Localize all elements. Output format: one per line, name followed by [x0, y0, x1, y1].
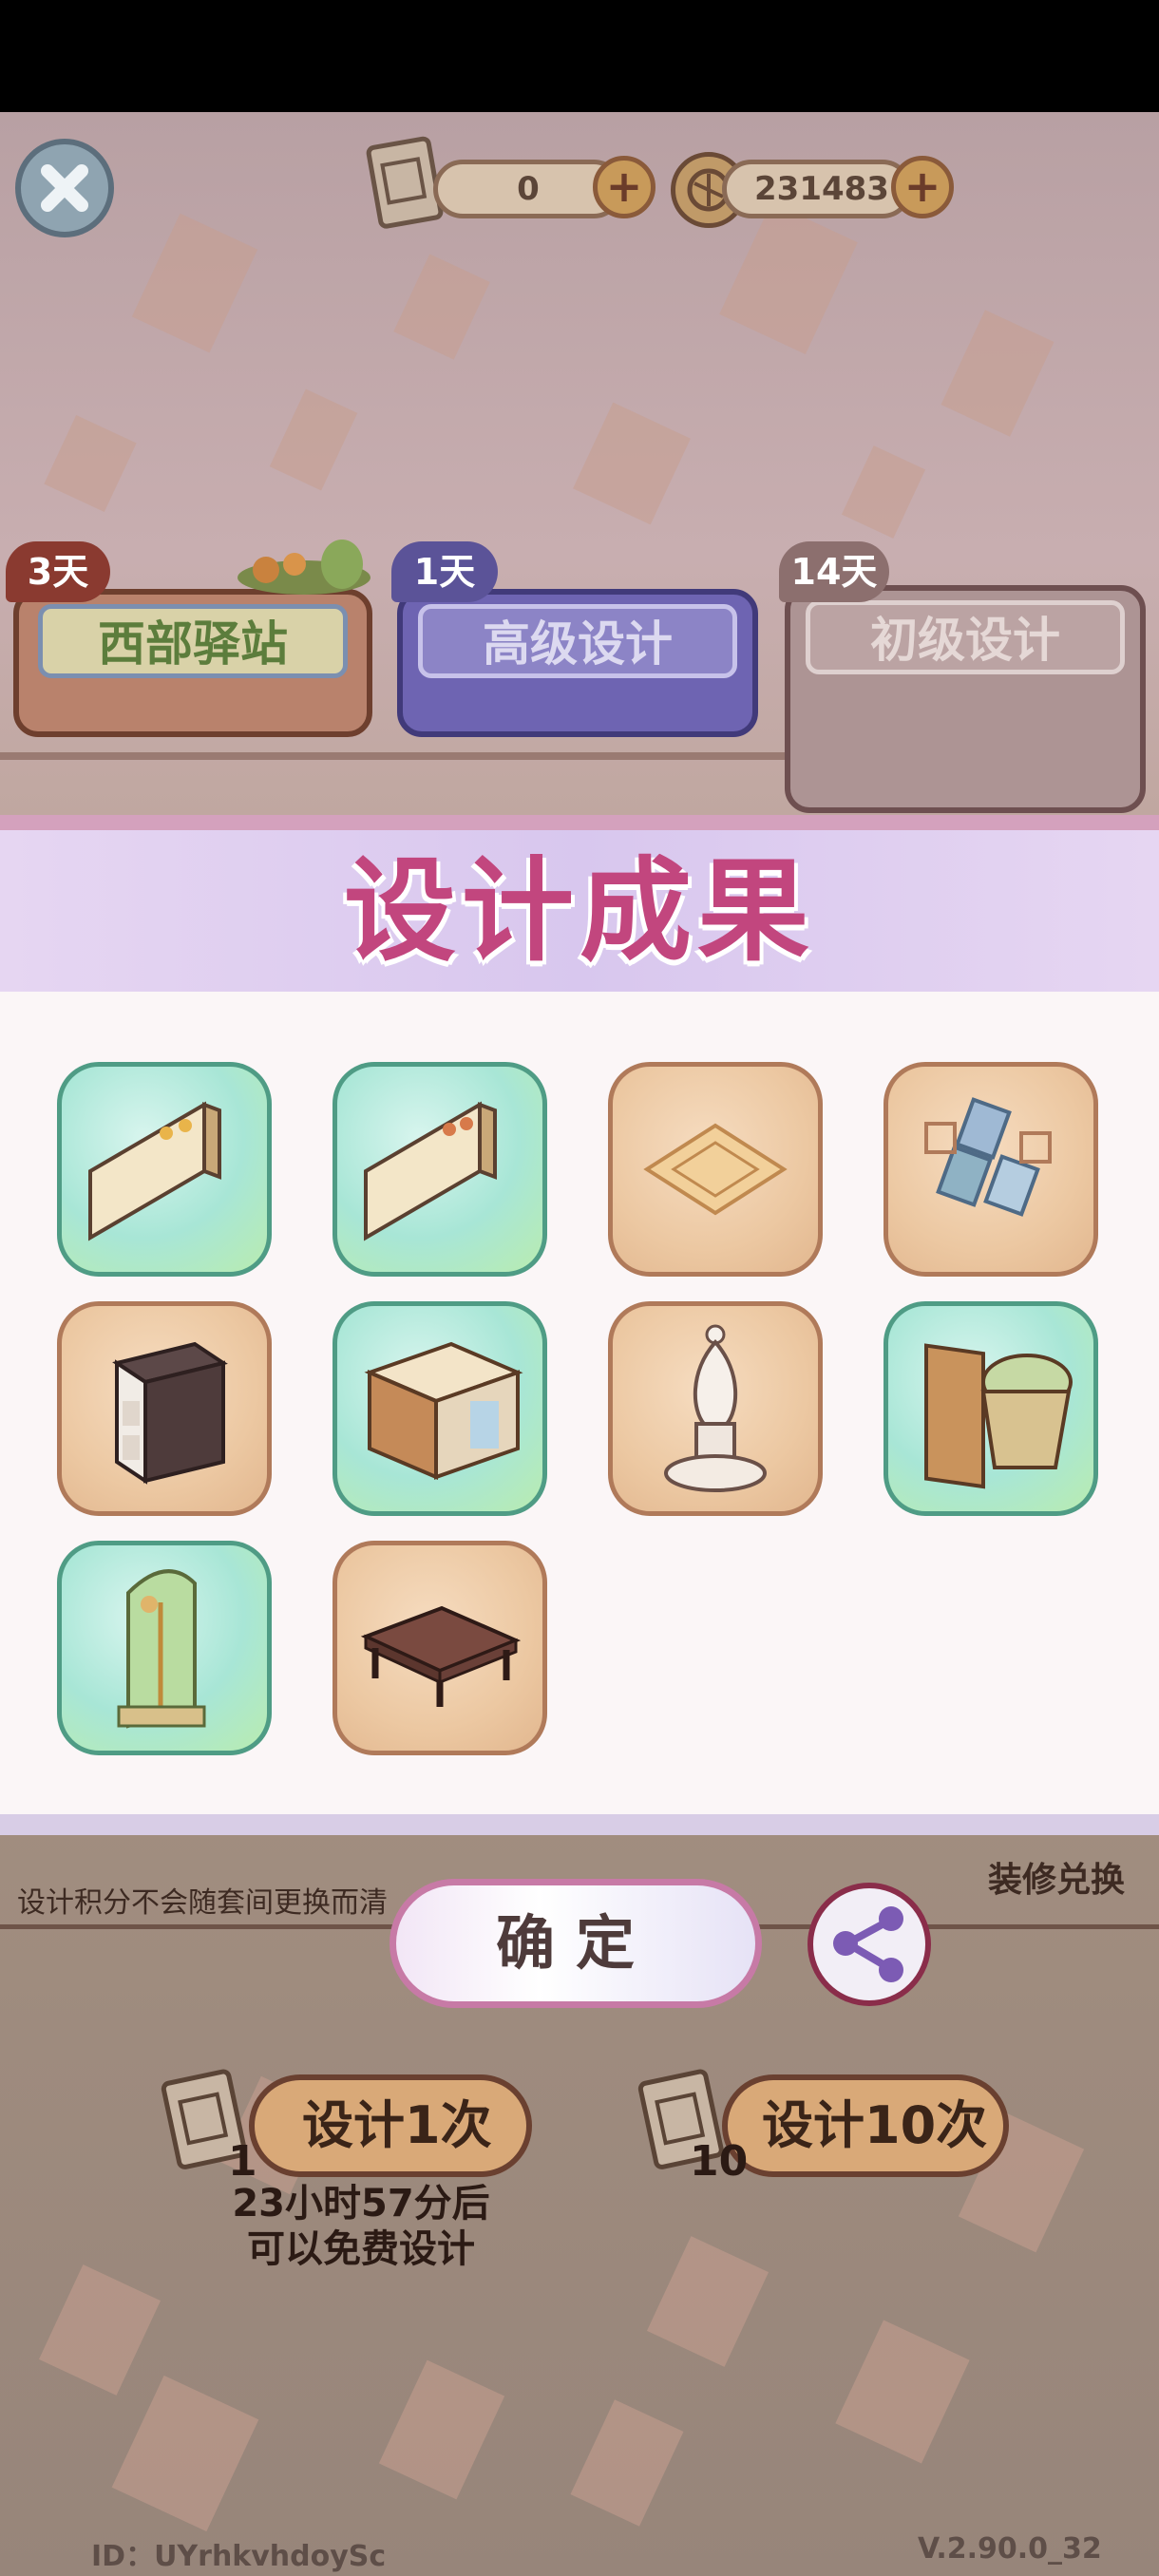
- confirm-label: 确定: [495, 1908, 656, 1978]
- tab-label: 高级设计: [418, 604, 737, 678]
- tab-advanced-design[interactable]: 高级设计: [397, 589, 758, 737]
- plus-icon: +: [903, 161, 941, 212]
- geometric-decor-icon: [924, 1097, 1052, 1217]
- result-item-floor-rug[interactable]: [608, 1062, 823, 1277]
- close-icon: [41, 164, 88, 212]
- confirm-button[interactable]: 确定: [390, 1879, 762, 2008]
- tab-label: 初级设计: [806, 600, 1125, 674]
- result-item-geometric-decor[interactable]: [884, 1062, 1098, 1277]
- tab-basic-design[interactable]: 初级设计: [785, 585, 1146, 813]
- plus-icon: +: [605, 161, 643, 212]
- modal-border: [0, 815, 1159, 830]
- results-panel: [0, 992, 1159, 1814]
- chess-bishop-icon: [664, 1324, 767, 1492]
- days-badge: 3天: [6, 541, 110, 602]
- free-design-timer: 23小时57分后 可以免费设计: [180, 2181, 542, 2272]
- add-coin-button[interactable]: +: [891, 156, 954, 218]
- modal-border: [0, 1814, 1159, 1835]
- days-badge: 1天: [391, 541, 498, 602]
- result-item-coffee-table[interactable]: [332, 1541, 547, 1755]
- add-scroll-button[interactable]: +: [593, 156, 656, 218]
- result-item-chess-bishop[interactable]: [608, 1301, 823, 1516]
- nightstand-icon: [112, 1341, 228, 1485]
- cabinet-icon: [364, 1341, 523, 1481]
- wall-panel-icon: [364, 1101, 497, 1241]
- share-icon: [833, 1906, 903, 1982]
- result-item-nightstand[interactable]: [57, 1301, 272, 1516]
- scroll-count: 0: [517, 170, 540, 208]
- design-once-cost: 1: [228, 2137, 257, 2186]
- free-design-countdown: 23小时57分后: [232, 2182, 490, 2226]
- result-item-wall-panel[interactable]: [332, 1062, 547, 1277]
- design-ten-button[interactable]: 设计10次: [722, 2074, 1009, 2177]
- coin-counter: 231483: [722, 160, 912, 218]
- coin-count: 231483: [754, 170, 889, 208]
- design-once-button[interactable]: 设计1次: [249, 2074, 532, 2177]
- result-item-shower[interactable]: [57, 1541, 272, 1755]
- toilet-icon: [924, 1343, 1073, 1489]
- design-points-note: 设计积分不会随套间更换而清: [17, 1886, 388, 1920]
- design-ten-label: 设计10次: [762, 2095, 988, 2155]
- result-item-toilet[interactable]: [884, 1301, 1098, 1516]
- cactus-decoration-icon: [228, 532, 380, 598]
- close-button[interactable]: [15, 139, 114, 237]
- design-ten-cost: 10: [690, 2137, 749, 2186]
- share-button[interactable]: [808, 1883, 931, 2006]
- wall-panel-icon: [88, 1101, 221, 1241]
- tab-western-station[interactable]: 西部驿站: [13, 589, 372, 737]
- version-label: V.2.90.0_32: [918, 2532, 1102, 2566]
- floor-rug-icon: [643, 1123, 788, 1216]
- tab-label: 西部驿站: [38, 604, 348, 678]
- decor-exchange-link[interactable]: 装修兑换: [988, 1852, 1125, 1902]
- modal-title: 设计成果: [343, 845, 815, 976]
- result-item-cabinet[interactable]: [332, 1301, 547, 1516]
- divider: [0, 752, 785, 760]
- free-design-hint: 可以免费设计: [247, 2227, 475, 2271]
- coffee-table-icon: [360, 1605, 522, 1707]
- shower-icon: [117, 1569, 206, 1729]
- status-bar: [0, 0, 1159, 112]
- design-once-label: 设计1次: [302, 2095, 492, 2155]
- days-badge: 14天: [779, 541, 889, 602]
- result-item-wall-panel[interactable]: [57, 1062, 272, 1277]
- player-id: ID：UYrhkvhdoySc: [91, 2540, 387, 2573]
